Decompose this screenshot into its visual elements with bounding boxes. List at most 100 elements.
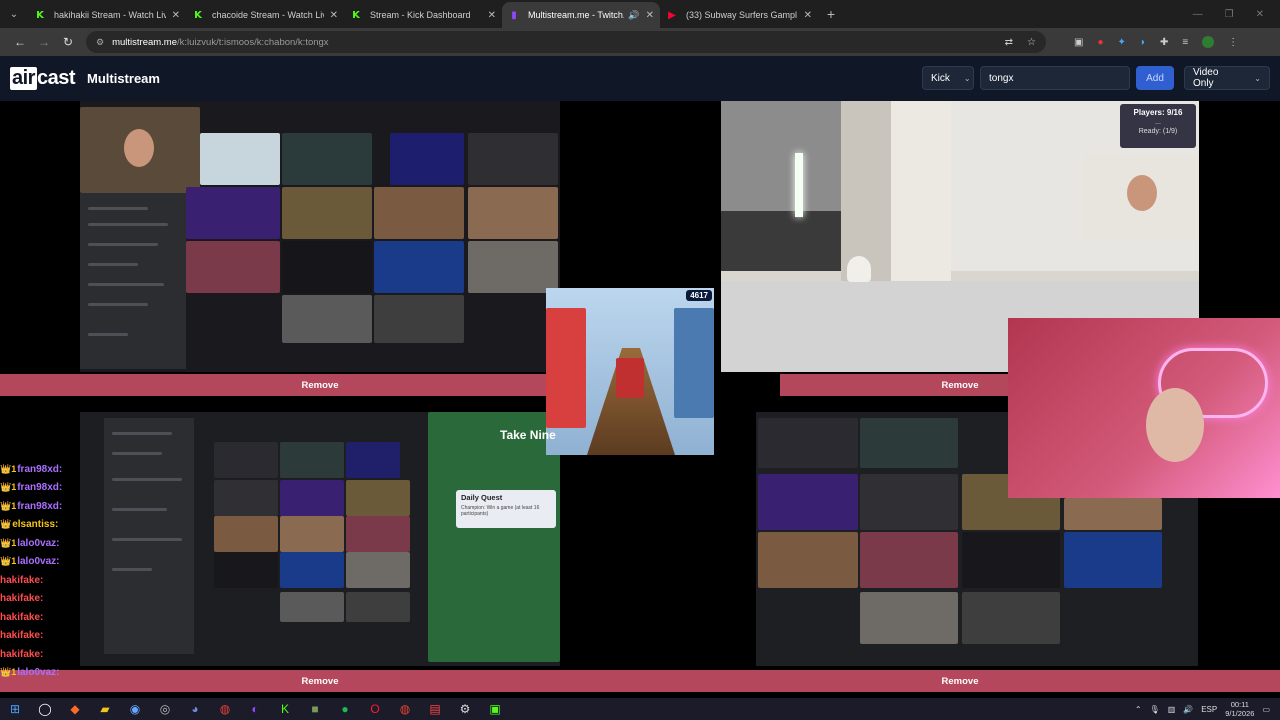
- chat-username[interactable]: fran98xd:: [17, 501, 62, 512]
- chat-badge-icon: 👑1: [0, 500, 17, 511]
- volume-icon[interactable]: 🔊: [1183, 705, 1193, 714]
- kick-icon[interactable]: K: [270, 702, 300, 716]
- chevron-up-icon[interactable]: ⌃: [1135, 705, 1142, 714]
- browser-tab-5[interactable]: ▶ (33) Subway Surfers Gampl ✕: [660, 2, 818, 28]
- chat-username[interactable]: hakifake:: [0, 630, 43, 641]
- tab-search-icon[interactable]: ⌄: [0, 0, 28, 28]
- extension-icon[interactable]: ◗: [1140, 37, 1146, 48]
- platform-select[interactable]: Kick ⌄: [922, 66, 974, 90]
- chrome-active-icon[interactable]: ◍: [390, 702, 420, 716]
- remove-button[interactable]: Remove: [640, 670, 1280, 692]
- clock-date: 9/1/2026: [1225, 709, 1255, 718]
- windows-taskbar: ⊞ ◯ ◆ ▰ ◉ ◎ ◕ ◍ ◐ K ■ ● O ◍ ▤ ⚙ ▣ ⌃ 🎙 ▥ …: [0, 698, 1280, 720]
- speaker-icon[interactable]: 🔊: [628, 10, 639, 21]
- chat-username[interactable]: lalo0vaz:: [17, 538, 59, 549]
- kick-app-icon[interactable]: ▣: [480, 702, 510, 716]
- close-icon[interactable]: ✕: [488, 10, 496, 21]
- quest-description: Champion: Win a game (at least 16 partic…: [461, 505, 540, 517]
- close-icon[interactable]: ✕: [172, 10, 180, 21]
- chat-username[interactable]: fran98xd:: [17, 482, 62, 493]
- game-area: [428, 412, 560, 662]
- players-panel: Players: 9/16 ... Ready: (1/9): [1120, 104, 1196, 148]
- chat-username[interactable]: lalo0vaz:: [17, 556, 59, 567]
- browser-tab-4[interactable]: ▮ Multistream.me - Twitch.tv 🔊 ✕: [502, 2, 660, 28]
- chat-message: 👑1 fran98xd:: [0, 497, 110, 516]
- close-icon[interactable]: ✕: [646, 10, 654, 21]
- url-path: /k:luizvuk/t:ismoos/k:chabon/k:tongx: [177, 36, 329, 48]
- notifications-icon[interactable]: ▭: [1262, 705, 1270, 714]
- browser-tab-2[interactable]: K chacoide Stream - Watch Live o ✕: [186, 2, 344, 28]
- chevron-down-icon: ⌄: [963, 73, 971, 83]
- steam-icon[interactable]: ◉: [120, 702, 150, 716]
- discord-icon[interactable]: ◕: [180, 702, 210, 716]
- file-explorer-icon[interactable]: ▰: [90, 702, 120, 716]
- restore-icon[interactable]: ❐: [1225, 9, 1234, 20]
- app-icon[interactable]: ▤: [420, 702, 450, 716]
- close-icon[interactable]: ✕: [330, 10, 338, 21]
- chat-username[interactable]: lalo0vaz:: [17, 667, 59, 678]
- browser-tab-1[interactable]: K hakihakii Stream - Watch Live o ✕: [28, 2, 186, 28]
- channel-input[interactable]: [980, 66, 1130, 90]
- brave-icon[interactable]: ◆: [60, 702, 90, 716]
- stream-player-1[interactable]: [80, 101, 560, 372]
- mode-select[interactable]: Video Only ⌄: [1184, 66, 1270, 90]
- chat-username[interactable]: hakifake:: [0, 612, 43, 623]
- kebab-menu-icon[interactable]: ⋮: [1228, 37, 1238, 48]
- webcam-overlay: [1008, 318, 1280, 498]
- chat-username[interactable]: hakifake:: [0, 575, 43, 586]
- back-icon[interactable]: ←: [8, 35, 32, 49]
- chat-username[interactable]: hakifake:: [0, 593, 43, 604]
- reload-icon[interactable]: ↻: [56, 35, 80, 49]
- kick-icon: K: [352, 9, 360, 21]
- chat-message: hakifake:: [0, 608, 110, 627]
- app-icon[interactable]: ◐: [240, 702, 270, 716]
- profile-avatar[interactable]: [1202, 36, 1215, 48]
- extension-icon[interactable]: ✦: [1118, 37, 1126, 48]
- chat-message: hakifake:: [0, 645, 110, 664]
- window-controls: — ❐ ✕: [1193, 9, 1280, 20]
- score-counter: 4617: [686, 290, 712, 301]
- search-icon[interactable]: ◯: [30, 702, 60, 716]
- url-host: multistream.me: [112, 36, 178, 48]
- players-dots: ...: [1155, 119, 1161, 126]
- extension-icon[interactable]: ▣: [1074, 37, 1083, 48]
- aircast-logo[interactable]: air cast: [10, 67, 76, 90]
- puzzle-icon[interactable]: ✚: [1160, 37, 1168, 48]
- microphone-icon[interactable]: 🎙: [1150, 705, 1160, 714]
- spotify-icon[interactable]: ●: [330, 702, 360, 716]
- close-window-icon[interactable]: ✕: [1256, 9, 1264, 20]
- media-icon[interactable]: ≡: [1182, 37, 1188, 48]
- record-icon[interactable]: ●: [1097, 37, 1103, 48]
- remove-button[interactable]: Remove: [0, 374, 640, 396]
- forward-icon[interactable]: →: [32, 35, 56, 49]
- obs-icon[interactable]: ◎: [150, 702, 180, 716]
- chrome-icon[interactable]: ◍: [210, 702, 240, 716]
- settings-icon[interactable]: ⚙: [450, 702, 480, 716]
- opera-icon[interactable]: O: [360, 702, 390, 716]
- network-icon[interactable]: ▥: [1168, 705, 1176, 714]
- close-icon[interactable]: ✕: [804, 10, 812, 21]
- minimize-icon[interactable]: —: [1193, 9, 1203, 20]
- language-indicator[interactable]: ESP: [1201, 705, 1217, 714]
- extensions-area: ▣ ● ✦ ◗ ✚ ≡ ⋮: [1074, 36, 1238, 48]
- bookmark-star-icon[interactable]: ☆: [1027, 37, 1036, 48]
- ready-count: Ready: (1/9): [1138, 128, 1178, 135]
- chat-badge-icon: 👑1: [0, 667, 17, 678]
- chat-username[interactable]: hakifake:: [0, 649, 43, 660]
- clock[interactable]: 00:11 9/1/2026: [1225, 700, 1254, 718]
- chat-badge-icon: 👑1: [0, 556, 17, 567]
- minecraft-icon[interactable]: ■: [300, 702, 330, 716]
- new-tab-button[interactable]: +: [818, 6, 844, 22]
- url-input[interactable]: ⚙ multistream.me/k:luizvuk/t:ismoos/k:ch…: [86, 31, 1046, 53]
- browser-tab-3[interactable]: K Stream - Kick Dashboard ✕: [344, 2, 502, 28]
- chat-username[interactable]: fran98xd:: [17, 464, 62, 475]
- translate-icon[interactable]: ⇄: [1005, 37, 1013, 48]
- chat-message: 👑1 fran98xd:: [0, 479, 110, 498]
- add-button[interactable]: Add: [1136, 66, 1174, 90]
- take-nine-caption: Take Nine: [500, 428, 556, 442]
- site-info-icon[interactable]: ⚙: [96, 37, 104, 48]
- chat-username[interactable]: elsantiss:: [12, 519, 58, 530]
- kick-icon: K: [36, 9, 44, 21]
- stream-player-3[interactable]: [80, 412, 560, 666]
- windows-start-icon[interactable]: ⊞: [0, 702, 30, 716]
